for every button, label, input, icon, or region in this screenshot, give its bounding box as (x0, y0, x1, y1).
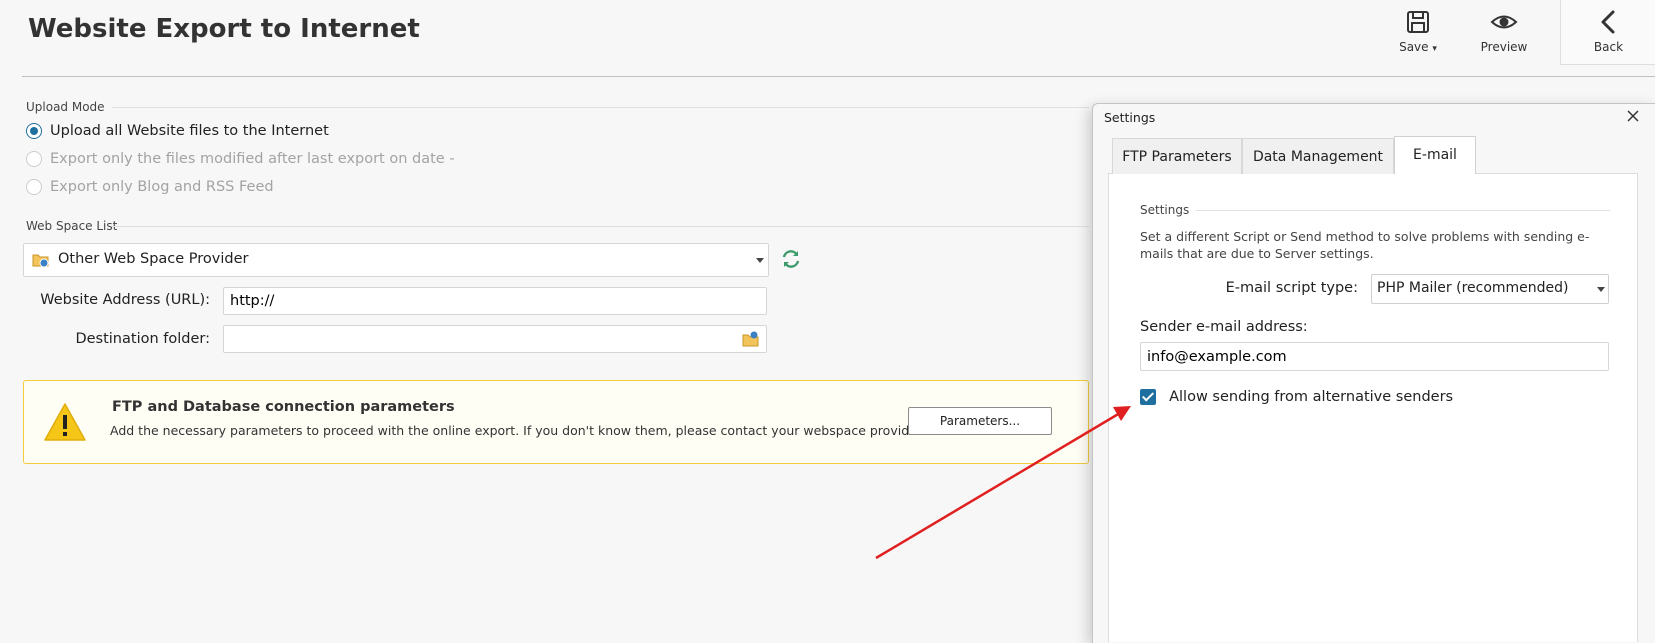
panel-section-label: Settings (1140, 203, 1190, 217)
panel-description: Set a different Script or Send method to… (1140, 229, 1590, 261)
tab-email[interactable]: E-mail (1394, 136, 1476, 174)
preview-button[interactable]: Preview (1464, 0, 1544, 64)
radio-label: Export only Blog and RSS Feed (50, 179, 274, 195)
tab-ftp-parameters[interactable]: FTP Parameters (1112, 138, 1242, 174)
warning-text: Add the necessary parameters to proceed … (110, 423, 925, 438)
upload-mode-section-label: Upload Mode (26, 100, 105, 114)
allow-alt-senders-checkbox[interactable]: Allow sending from alternative senders (1140, 386, 1453, 408)
chevron-down-icon (756, 258, 764, 263)
web-space-provider-select[interactable]: Other Web Space Provider (23, 243, 769, 277)
email-script-type-label: E-mail script type: (1225, 280, 1358, 296)
website-url-input[interactable] (223, 287, 767, 315)
header-divider (22, 76, 1655, 77)
chevron-down-icon (1597, 287, 1605, 292)
save-label: Save (1399, 40, 1429, 54)
sender-email-label: Sender e-mail address: (1140, 319, 1308, 335)
web-space-section-label: Web Space List (26, 219, 118, 233)
save-icon (1407, 11, 1429, 33)
email-script-type-select[interactable]: PHP Mailer (recommended) (1371, 274, 1609, 304)
warning-title: FTP and Database connection parameters (112, 399, 455, 415)
sender-email-input[interactable] (1140, 342, 1609, 371)
chevron-left-icon (1601, 10, 1614, 34)
tab-data-management[interactable]: Data Management (1242, 138, 1394, 174)
save-button[interactable]: Save ▾ (1378, 0, 1458, 64)
upload-mode-divider (112, 107, 1089, 108)
warning-icon (44, 403, 86, 441)
destination-folder-input[interactable] (223, 325, 767, 353)
radio-export-blog-rss[interactable]: Export only Blog and RSS Feed (26, 179, 274, 201)
radio-upload-all[interactable]: Upload all Website files to the Internet (26, 123, 329, 145)
script-type-value: PHP Mailer (recommended) (1377, 280, 1569, 296)
back-button[interactable]: Back (1560, 0, 1655, 65)
browse-folder-icon[interactable] (742, 330, 760, 348)
checkbox-checked-icon (1140, 388, 1156, 405)
radio-button-icon (26, 179, 42, 195)
folder-globe-icon (32, 254, 49, 268)
checkbox-label: Allow sending from alternative senders (1169, 388, 1454, 405)
dropdown-arrow-icon: ▾ (1432, 44, 1437, 54)
preview-label: Preview (1480, 40, 1528, 54)
destination-folder-label: Destination folder: (75, 331, 210, 347)
eye-icon (1490, 15, 1518, 29)
page-title: Website Export to Internet (28, 14, 420, 44)
panel-section-divider (1196, 210, 1610, 211)
radio-export-modified[interactable]: Export only the files modified after las… (26, 151, 455, 173)
web-space-divider (112, 226, 1089, 227)
radio-button-icon (26, 151, 42, 167)
refresh-icon[interactable] (780, 248, 802, 270)
provider-value: Other Web Space Provider (58, 251, 249, 267)
website-url-label: Website Address (URL): (40, 292, 210, 308)
radio-label: Export only the files modified after las… (50, 151, 455, 167)
radio-button-icon (26, 123, 42, 139)
close-icon[interactable] (1625, 108, 1641, 124)
parameters-button[interactable]: Parameters... (908, 407, 1052, 435)
back-label: Back (1593, 40, 1624, 54)
dialog-title: Settings (1104, 110, 1156, 125)
radio-label: Upload all Website files to the Internet (50, 123, 329, 139)
